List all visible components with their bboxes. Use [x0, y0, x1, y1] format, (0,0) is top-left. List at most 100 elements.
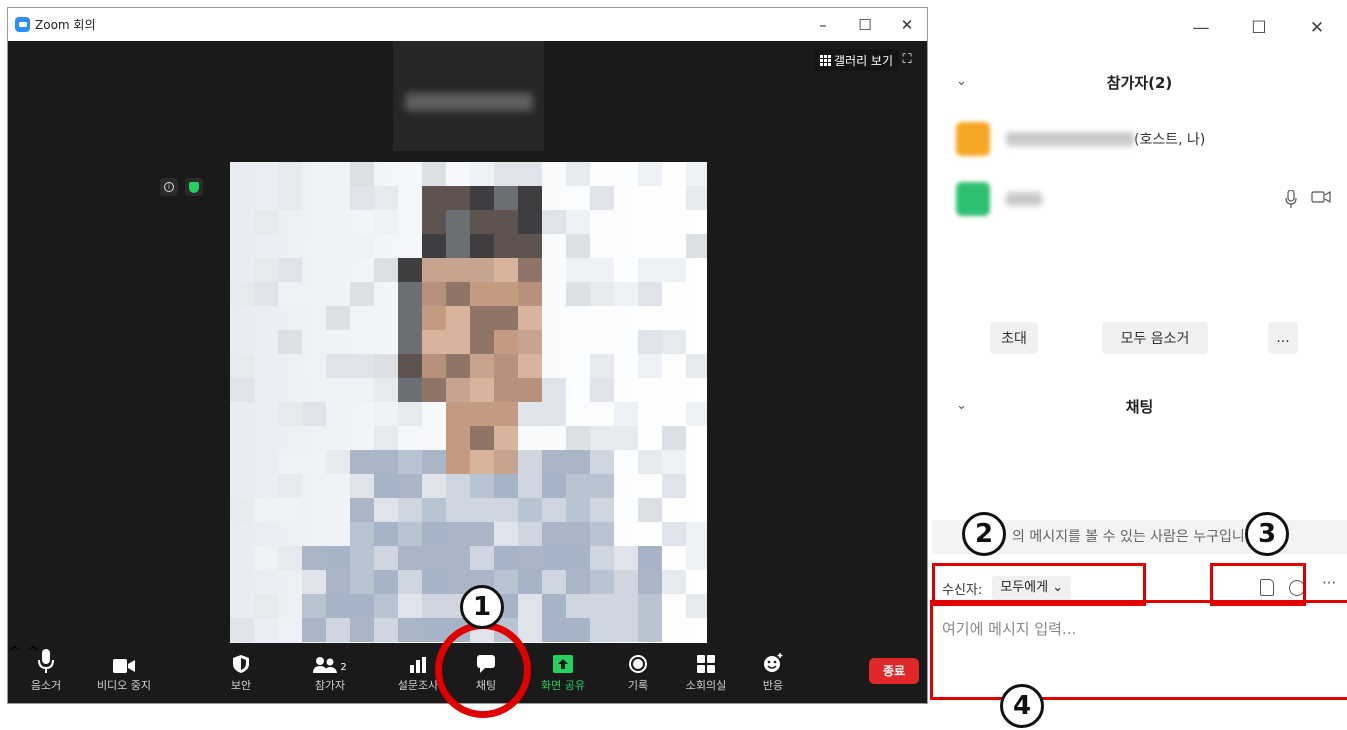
mosaic-pixel	[278, 546, 302, 570]
mosaic-pixel	[446, 210, 470, 234]
mosaic-pixel	[518, 354, 542, 378]
mosaic-pixel	[422, 498, 446, 522]
mosaic-pixel	[446, 522, 470, 546]
mosaic-pixel	[566, 162, 590, 186]
participant-row-guest[interactable]	[956, 178, 1341, 220]
mosaic-pixel	[590, 570, 614, 594]
mosaic-pixel	[446, 498, 470, 522]
mosaic-pixel	[638, 258, 662, 282]
mosaic-pixel	[470, 402, 494, 426]
record-label: 기록	[627, 679, 649, 692]
polls-button[interactable]: 설문조사	[396, 643, 440, 703]
panel-close-button[interactable]: ✕	[1288, 18, 1346, 38]
chat-section-header[interactable]: ⌄ 채팅	[932, 392, 1347, 422]
mosaic-pixel	[590, 474, 614, 498]
mosaic-pixel	[470, 354, 494, 378]
participant-thumbnail[interactable]	[393, 41, 544, 151]
mosaic-pixel	[542, 474, 566, 498]
mosaic-pixel	[566, 258, 590, 282]
mosaic-pixel	[590, 522, 614, 546]
mosaic-pixel	[398, 258, 422, 282]
mosaic-pixel	[566, 546, 590, 570]
mosaic-pixel	[350, 378, 374, 402]
mosaic-pixel	[278, 330, 302, 354]
breakout-rooms-button[interactable]: 소회의실	[684, 643, 728, 703]
participants-more-button[interactable]: ...	[1268, 322, 1298, 354]
encryption-shield-icon[interactable]	[185, 178, 203, 196]
close-button[interactable]: ✕	[886, 16, 928, 34]
panel-maximize-button[interactable]: ☐	[1230, 18, 1288, 38]
participants-title: 참가자(2)	[1106, 74, 1173, 92]
mosaic-pixel	[446, 282, 470, 306]
invite-button[interactable]: 초대	[990, 322, 1038, 354]
annotation-box-message-input	[930, 600, 1347, 700]
mosaic-pixel	[566, 210, 590, 234]
video-camera-icon	[113, 659, 135, 673]
mosaic-pixel	[590, 378, 614, 402]
mosaic-pixel	[494, 258, 518, 282]
meeting-info-icon[interactable]: i	[160, 178, 178, 196]
more-options-icon[interactable]: ···	[1322, 574, 1336, 592]
mosaic-pixel	[422, 330, 446, 354]
mosaic-pixel	[278, 258, 302, 282]
mosaic-pixel	[278, 618, 302, 642]
mosaic-pixel	[374, 522, 398, 546]
maximize-button[interactable]: ☐	[844, 16, 886, 34]
participants-label: 참가자	[314, 679, 346, 692]
mosaic-pixel	[542, 570, 566, 594]
mosaic-pixel	[590, 618, 614, 642]
mosaic-pixel	[374, 498, 398, 522]
mosaic-pixel	[446, 450, 470, 474]
mosaic-pixel	[422, 354, 446, 378]
share-screen-button[interactable]: 화면 공유	[541, 643, 585, 703]
mosaic-pixel	[350, 618, 374, 642]
mosaic-pixel	[518, 162, 542, 186]
panel-minimize-button[interactable]: —	[1172, 18, 1230, 38]
mosaic-pixel	[446, 378, 470, 402]
mosaic-pixel	[494, 378, 518, 402]
mosaic-pixel	[422, 210, 446, 234]
mosaic-pixel	[470, 258, 494, 282]
end-meeting-button[interactable]: 종료	[869, 658, 919, 684]
fullscreen-icon[interactable]: ⛶	[898, 51, 916, 69]
mosaic-pixel	[302, 282, 326, 306]
security-button[interactable]: 보안	[226, 643, 256, 703]
reactions-label: 반응	[762, 679, 784, 692]
annotation-number-2: 2	[962, 512, 1006, 556]
mosaic-pixel	[350, 450, 374, 474]
mosaic-pixel	[614, 402, 638, 426]
participants-button[interactable]: 2 참가자	[308, 643, 352, 703]
stop-video-button[interactable]: 비디오 중지	[92, 643, 156, 703]
mosaic-pixel	[638, 450, 662, 474]
mute-all-button[interactable]: 모두 음소거	[1102, 322, 1208, 354]
panel-window-controls: — ☐ ✕	[1172, 10, 1346, 46]
mosaic-pixel	[374, 618, 398, 642]
mosaic-pixel	[230, 498, 254, 522]
microphone-icon	[1285, 190, 1297, 208]
stop-video-label: 비디오 중지	[96, 679, 152, 692]
mosaic-pixel	[566, 522, 590, 546]
gallery-view-button[interactable]: 갤러리 보기	[814, 49, 900, 71]
mosaic-pixel	[518, 546, 542, 570]
mosaic-pixel	[374, 546, 398, 570]
mosaic-pixel	[398, 522, 422, 546]
reactions-button[interactable]: 반응	[758, 643, 788, 703]
participants-caret-icon[interactable]: ^	[8, 643, 21, 662]
mosaic-pixel	[326, 306, 350, 330]
avatar	[956, 182, 990, 216]
mosaic-pixel	[518, 498, 542, 522]
minimize-button[interactable]: –	[802, 16, 844, 34]
record-button[interactable]: 기록	[623, 643, 653, 703]
mosaic-pixel	[518, 186, 542, 210]
share-arrow-icon	[553, 655, 573, 673]
mosaic-pixel	[446, 306, 470, 330]
mosaic-pixel	[422, 234, 446, 258]
gallery-view-label: 갤러리 보기	[834, 53, 894, 68]
participants-section-header[interactable]: ⌄ 참가자(2)	[932, 68, 1347, 98]
participant-row-host[interactable]: (호스트, 나)	[956, 118, 1341, 160]
mosaic-pixel	[494, 426, 518, 450]
mosaic-pixel	[494, 282, 518, 306]
mosaic-pixel	[422, 306, 446, 330]
mute-button[interactable]: 음소거	[28, 643, 64, 703]
mosaic-pixel	[374, 426, 398, 450]
